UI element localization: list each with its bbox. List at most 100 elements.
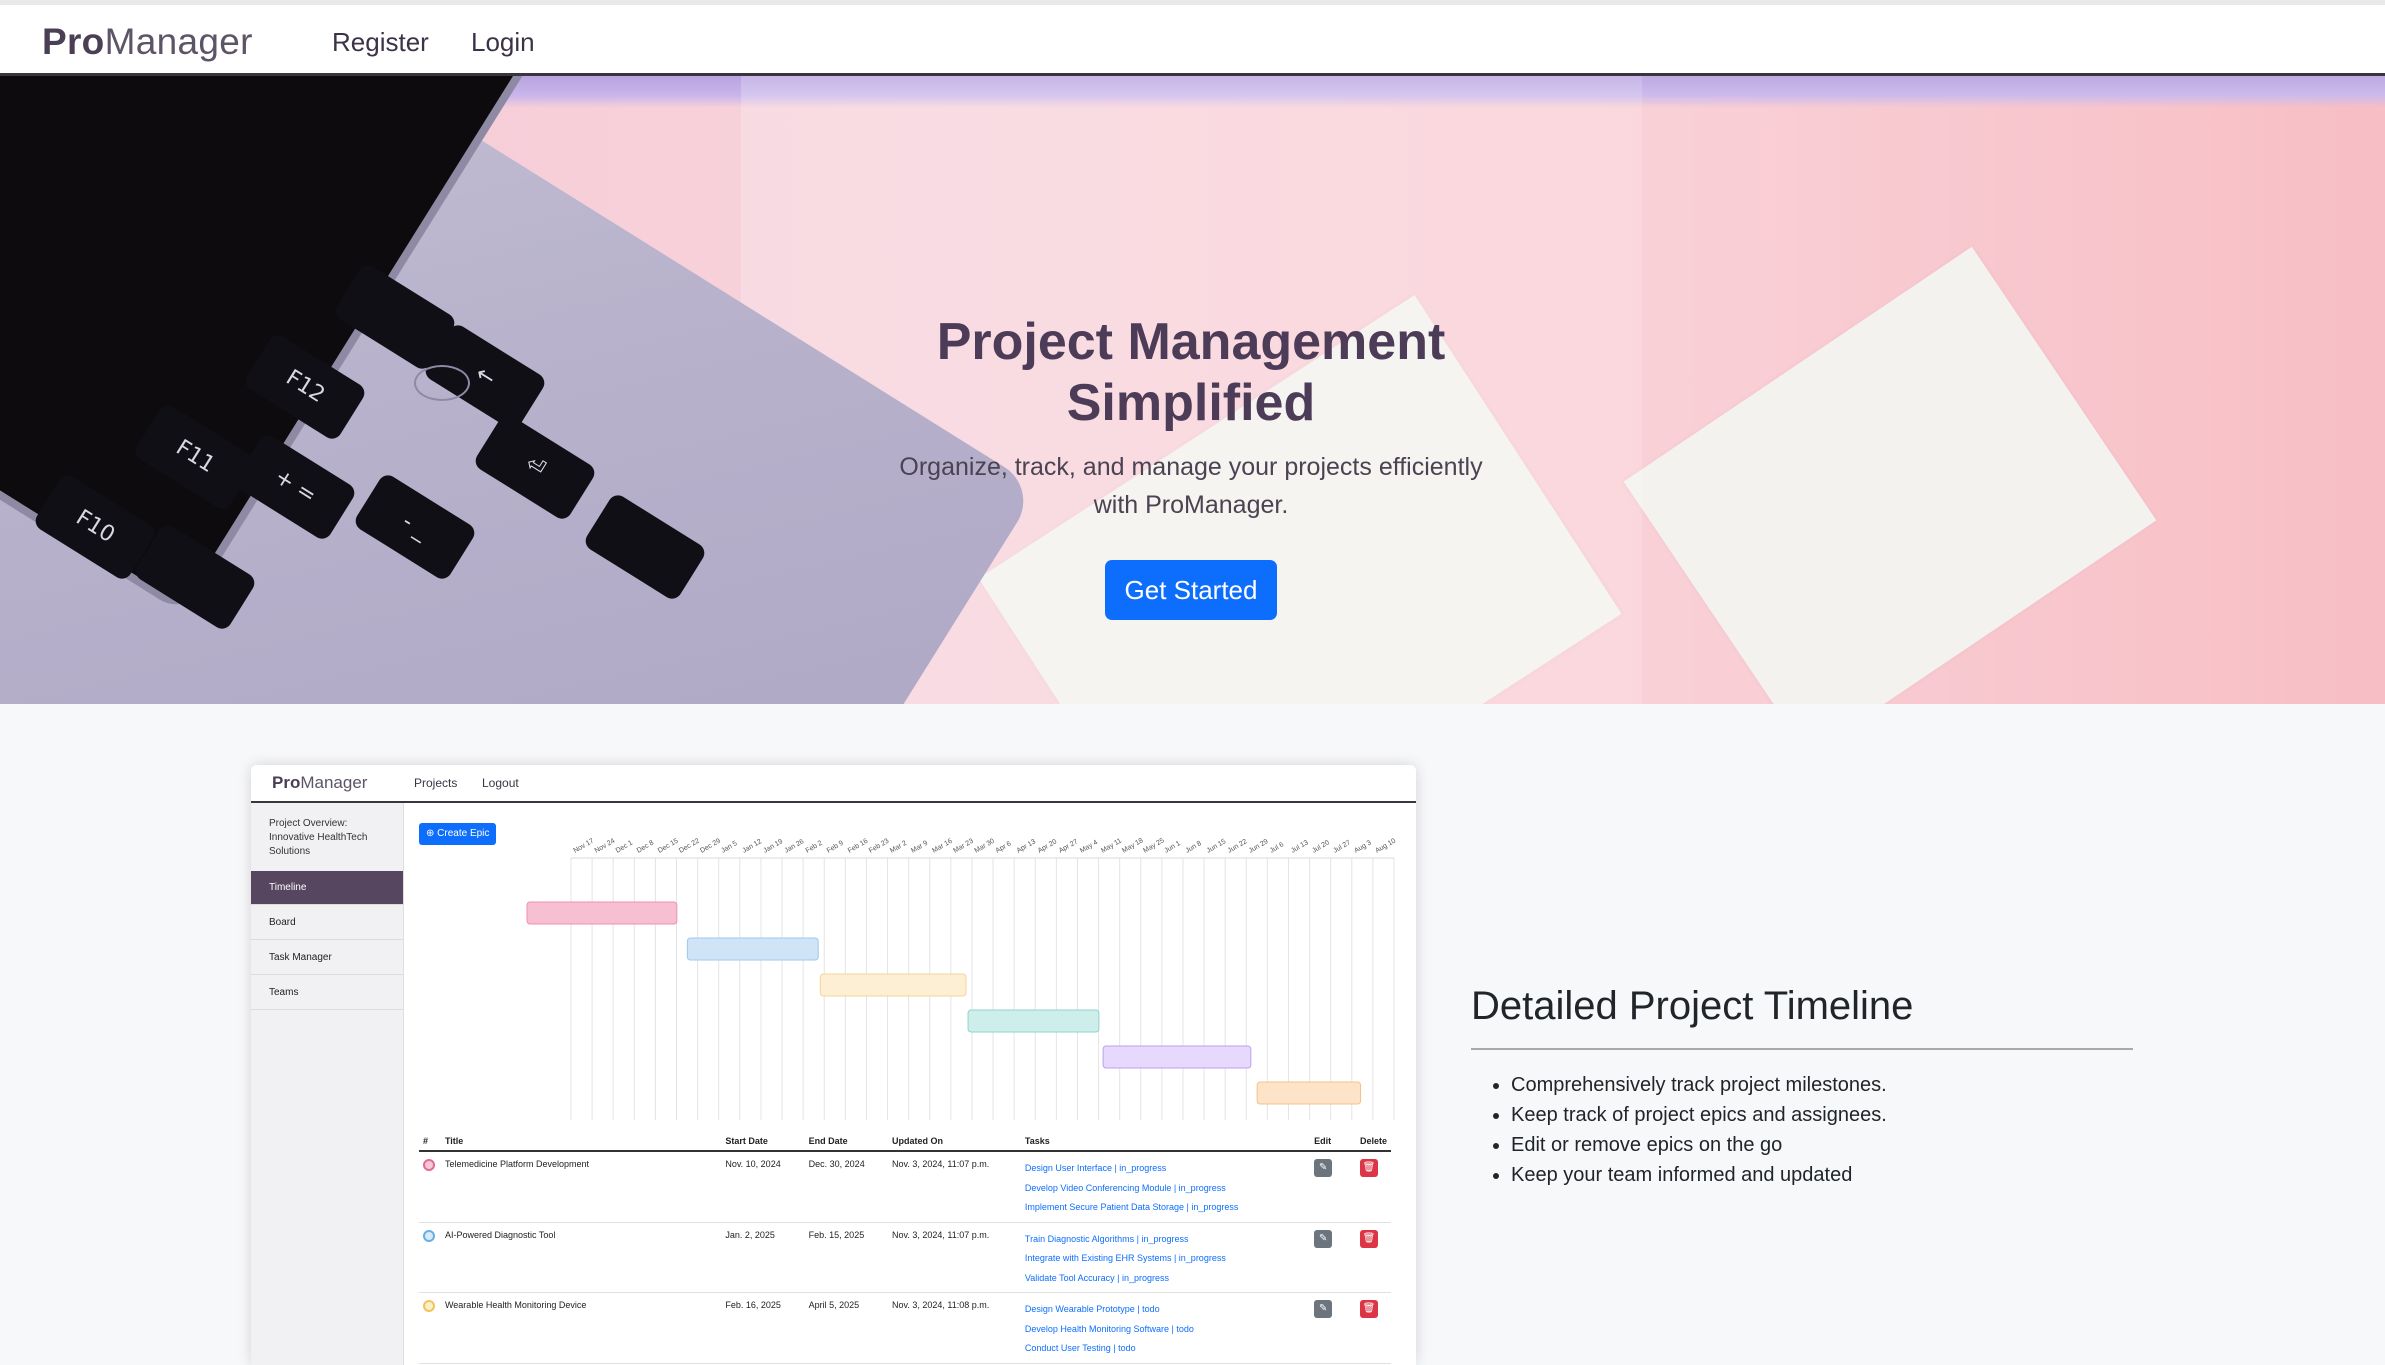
hero-subtitle: Organize, track, and manage your project… (841, 448, 1541, 524)
app-preview-screenshot: ProManager Projects Logout Project Overv… (251, 765, 1416, 1365)
epic-end-date: April 5, 2025 (804, 1292, 888, 1364)
gantt-date-label: Dec 15 (657, 838, 680, 855)
brand-logo[interactable]: ProManager (42, 21, 253, 63)
gantt-date-label: Jun 29 (1248, 838, 1270, 855)
gantt-date-label: Mar 2 (889, 840, 908, 855)
feature-list-item: Comprehensively track project milestones… (1511, 1070, 2133, 1100)
epic-end-date: Dec. 30, 2024 (804, 1151, 888, 1223)
epic-updated-on: Nov. 3, 2024, 11:08 p.m. (887, 1292, 1021, 1364)
power-button-icon (414, 365, 470, 401)
epic-tasks: Design User Interface | in_progress Devel… (1020, 1151, 1311, 1223)
epic-color-dot (423, 1159, 435, 1171)
hero-title-line2: Simplified (1066, 374, 1316, 432)
gantt-date-label: Jul 13 (1290, 839, 1310, 854)
gantt-date-label: Jun 1 (1163, 840, 1181, 855)
brand-bold-text: Pro (42, 21, 105, 62)
epic-tasks: Design Wearable Prototype | todo Develop … (1020, 1292, 1311, 1364)
col-header-tasks: Tasks (1020, 1130, 1311, 1152)
gantt-date-label: Aug 3 (1353, 839, 1372, 854)
task-link: Design User Interface | in_progress (1024, 1163, 1167, 1173)
col-header-delete: Delete (1355, 1130, 1391, 1152)
epic-edit-cell: ✎ (1310, 1151, 1356, 1223)
epic-delete-cell: 🗑 (1355, 1222, 1391, 1293)
login-link[interactable]: Login (471, 27, 535, 58)
col-header-end-date: End Date (804, 1130, 888, 1152)
gantt-date-label: Jul 6 (1269, 841, 1285, 855)
hero-content: Project Management Simplified Organize, … (841, 312, 1541, 620)
epic-tasks: Train Diagnostic Algorithms | in_progres… (1020, 1222, 1311, 1293)
epic-updated-on: Nov. 3, 2024, 11:07 p.m. (887, 1151, 1021, 1223)
epic-end-date: Feb. 15, 2025 (804, 1222, 888, 1293)
epic-color-cell (419, 1151, 441, 1223)
gantt-date-label: Jun 8 (1184, 840, 1202, 855)
gantt-date-label: Apr 27 (1058, 838, 1079, 854)
task-link: Design Wearable Prototype | todo (1024, 1304, 1160, 1314)
feature-list-item: Keep your team informed and updated (1511, 1160, 2133, 1190)
epic-title: Telemedicine Platform Development (440, 1151, 722, 1223)
col-header-title: Title (440, 1130, 722, 1152)
gantt-date-label: Aug 10 (1374, 838, 1397, 855)
gantt-date-label: May 18 (1121, 837, 1144, 855)
epic-start-date: Feb. 16, 2025 (721, 1292, 805, 1364)
feature-list-item: Edit or remove epics on the go (1511, 1130, 2133, 1160)
hero-panel-overlay (1642, 76, 2385, 704)
gantt-date-label: Jan 26 (784, 838, 806, 855)
epic-color-cell (419, 1292, 441, 1364)
gantt-epic-bar (819, 973, 967, 997)
epic-delete-cell: 🗑 (1355, 1151, 1391, 1223)
hero-subtitle-line2: with ProManager. (1093, 491, 1289, 519)
register-link[interactable]: Register (332, 27, 429, 58)
gantt-date-label: Mar 30 (973, 838, 995, 855)
task-link: Develop Health Monitoring Software | tod… (1024, 1323, 1194, 1334)
epic-edit-cell: ✎ (1310, 1292, 1356, 1364)
gantt-date-label: May 4 (1079, 839, 1099, 855)
epic-color-dot (423, 1300, 435, 1312)
hero-title: Project Management Simplified (841, 312, 1541, 434)
task-link: Conduct User Testing | todo (1024, 1343, 1136, 1353)
gantt-date-label: Nov 17 (573, 838, 596, 855)
feature-list: Comprehensively track project milestones… (1471, 1070, 2133, 1190)
trash-icon: 🗑 (1359, 1159, 1378, 1177)
gantt-date-label: Feb 2 (805, 840, 824, 855)
table-header-row: # Title Start Date End Date Updated On T… (419, 1130, 1391, 1152)
gantt-epic-bar (526, 901, 678, 925)
gantt-date-label: Jul 27 (1332, 839, 1352, 854)
task-link: Train Diagnostic Algorithms | in_progres… (1024, 1233, 1189, 1244)
get-started-button[interactable]: Get Started (1104, 560, 1278, 620)
edit-icon: ✎ (1314, 1229, 1333, 1248)
brand-rest-text: Manager (104, 21, 253, 62)
gantt-date-label: Jan 12 (741, 838, 763, 855)
gantt-date-label: Jan 19 (762, 838, 784, 855)
edit-icon: ✎ (1314, 1159, 1333, 1177)
gantt-date-label: Mar 16 (931, 838, 953, 855)
epic-updated-on: Nov. 3, 2024, 11:07 p.m. (887, 1222, 1021, 1293)
epic-start-date: Nov. 10, 2024 (721, 1151, 805, 1223)
trash-icon: 🗑 (1359, 1300, 1378, 1318)
gantt-epic-bar (1102, 1045, 1252, 1069)
gantt-date-label: Jun 15 (1206, 838, 1228, 855)
hero-title-line1: Project Management (936, 313, 1446, 371)
epic-start-date: Jan. 2, 2025 (721, 1222, 805, 1293)
col-header-edit: Edit (1310, 1130, 1356, 1152)
preview-epics-table: # Title Start Date End Date Updated On T… (419, 1130, 1391, 1364)
gantt-date-label: Dec 29 (699, 838, 722, 855)
gantt-date-label: Apr 13 (1016, 838, 1037, 854)
gantt-date-label: Feb 16 (847, 838, 869, 855)
gantt-date-label: Mar 9 (910, 840, 929, 855)
epic-delete-cell: 🗑 (1355, 1292, 1391, 1364)
col-header-updated-on: Updated On (887, 1130, 1021, 1152)
feature-divider (1471, 1048, 2133, 1050)
task-link: Develop Video Conferencing Module | in_p… (1024, 1182, 1226, 1193)
gantt-date-label: Mar 23 (952, 838, 974, 855)
task-link: Validate Tool Accuracy | in_progress (1024, 1272, 1169, 1283)
edit-icon: ✎ (1314, 1300, 1333, 1318)
epic-edit-cell: ✎ (1310, 1222, 1356, 1293)
col-header-start-date: Start Date (721, 1130, 805, 1152)
gantt-epic-bar (686, 937, 819, 961)
feature-section: Detailed Project Timeline Comprehensivel… (1471, 980, 2133, 1190)
gantt-date-label: Jun 22 (1227, 838, 1249, 855)
feature-list-item: Keep track of project epics and assignee… (1511, 1100, 2133, 1130)
hero-subtitle-line1: Organize, track, and manage your project… (899, 453, 1483, 481)
gantt-date-label: Nov 24 (594, 838, 617, 855)
table-row: Wearable Health Monitoring Device Feb. 16… (419, 1292, 1391, 1364)
